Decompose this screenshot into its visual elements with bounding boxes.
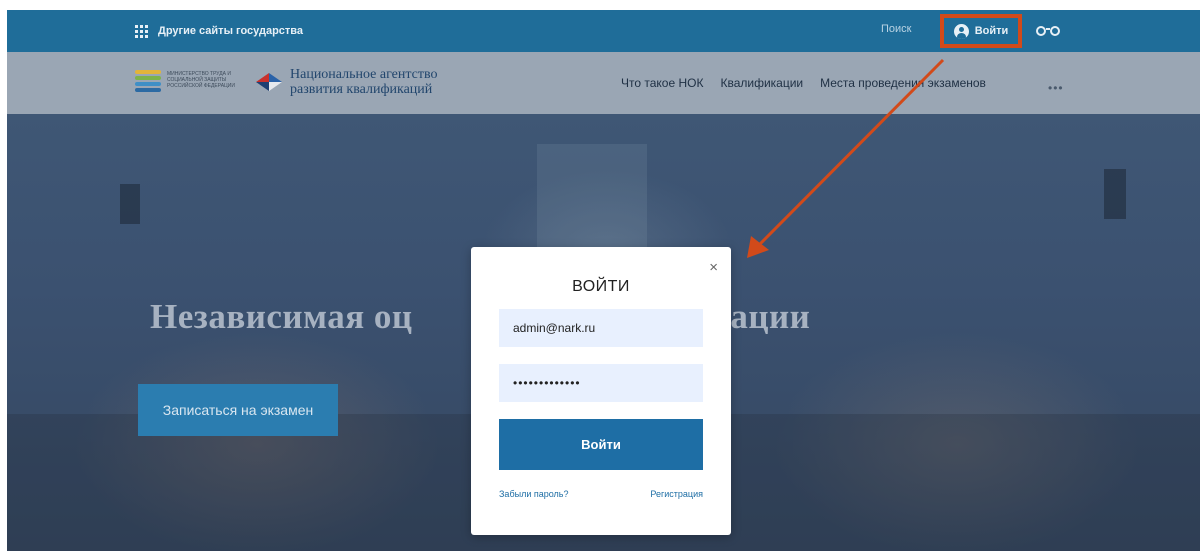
forgot-password-link[interactable]: Забыли пароль? (499, 489, 568, 499)
gov-top-bar: Другие сайты государства Поиск Войти (7, 10, 1200, 52)
signup-exam-button[interactable]: Записаться на экзамен (138, 384, 338, 436)
nav-links: Что такое НОК Квалификации Места проведе… (621, 52, 1003, 114)
login-button[interactable]: Войти (940, 14, 1022, 48)
other-sites-link[interactable]: Другие сайты государства (135, 10, 303, 52)
browser-page: Другие сайты государства Поиск Войти Мин… (7, 10, 1200, 551)
login-submit-button[interactable]: Войти (499, 419, 703, 470)
password-field[interactable]: ••••••••••••• (499, 364, 703, 402)
user-icon (953, 23, 969, 39)
brand-line-2: развития квалификаций (290, 82, 433, 97)
register-link[interactable]: Регистрация (650, 489, 703, 499)
more-menu-icon[interactable]: ••• (1048, 81, 1064, 95)
accessibility-glasses-icon[interactable] (1036, 25, 1060, 37)
background-speaker (1104, 169, 1126, 219)
ministry-logo[interactable] (135, 69, 161, 95)
nark-logo-icon[interactable] (254, 69, 284, 95)
nav-link-what-is-nok[interactable]: Что такое НОК (621, 76, 703, 90)
nav-link-exam-locations[interactable]: Места проведения экзаменов (820, 76, 986, 90)
search-link[interactable]: Поиск (881, 23, 911, 35)
login-label: Войти (974, 25, 1009, 37)
hero-title-left: Независимая оц (150, 297, 413, 336)
nav-link-qualifications[interactable]: Квалификации (720, 76, 803, 90)
login-modal: × ВОЙТИ admin@nark.ru ••••••••••••• Войт… (471, 247, 731, 535)
background-speaker (120, 184, 140, 224)
close-icon[interactable]: × (709, 260, 718, 275)
email-field[interactable]: admin@nark.ru (499, 309, 703, 347)
ministry-text: Министерство труда и социальной защиты Р… (167, 71, 235, 89)
apps-grid-icon (135, 24, 148, 38)
brand-line-1: Национальное агентство (290, 67, 438, 82)
other-sites-label: Другие сайты государства (158, 25, 304, 37)
modal-title: ВОЙТИ (572, 278, 630, 295)
brand-title[interactable]: Национальное агентство развития квалифик… (290, 67, 438, 97)
main-nav-bar: Министерство труда и социальной защиты Р… (7, 52, 1200, 114)
